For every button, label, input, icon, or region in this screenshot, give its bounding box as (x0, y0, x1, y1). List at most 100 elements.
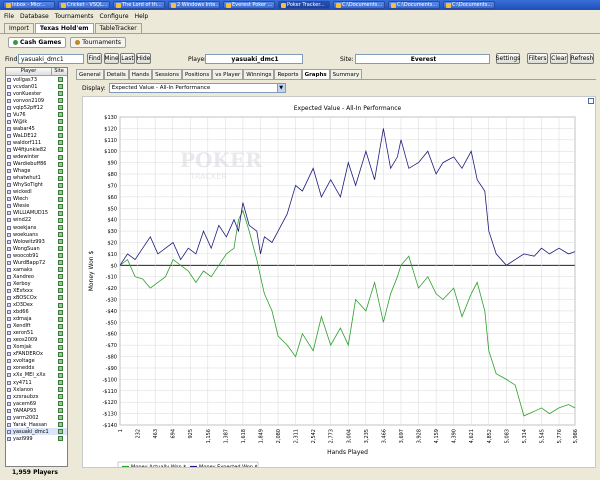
player-row[interactable]: yacem69 (6, 400, 67, 407)
tab-winnings[interactable]: Winnings (243, 69, 275, 79)
tab-hands[interactable]: Hands (128, 69, 153, 79)
filters-button[interactable]: Filters (527, 53, 548, 64)
taskbar-button[interactable]: 2 Windows Inte... (168, 1, 220, 9)
expand-icon[interactable] (588, 98, 594, 104)
player-row[interactable]: xeos2009 (6, 337, 67, 344)
tab-details[interactable]: Details (103, 69, 129, 79)
player-row[interactable]: Xerboy (6, 280, 67, 287)
taskbar-button[interactable]: C:\Documents... (333, 1, 385, 9)
player-row[interactable]: WhySoTight (6, 182, 67, 189)
settings-button[interactable]: Settings (496, 53, 520, 64)
player-row[interactable]: yazl999 (6, 435, 67, 442)
player-row[interactable]: xamaks (6, 266, 67, 273)
player-row[interactable]: Xendlft (6, 323, 67, 330)
col-player[interactable]: Player (6, 68, 52, 75)
player-row[interactable]: xXx_MEI_xXx (6, 372, 67, 379)
player-row[interactable]: xoneddx (6, 365, 67, 372)
last-button[interactable]: Last (120, 53, 135, 64)
clear-button[interactable]: Clear (550, 53, 568, 64)
player-row[interactable]: vollgas73 (6, 76, 67, 83)
mine-button[interactable]: Mine (104, 53, 119, 64)
player-row[interactable]: xvoltage (6, 358, 67, 365)
player-row[interactable]: vcvdan01 (6, 83, 67, 90)
player-row[interactable]: Xxlanon (6, 386, 67, 393)
player-row[interactable]: xdmaja (6, 316, 67, 323)
taskbar-button[interactable]: Poker Tracker... (278, 1, 330, 9)
player-row[interactable]: waldorf111 (6, 139, 67, 146)
player-row[interactable]: YAMAP93 (6, 407, 67, 414)
player-row[interactable]: Wiech (6, 196, 67, 203)
player-row[interactable]: yasuaki_dmc1 (6, 428, 67, 436)
menu-file[interactable]: File (4, 13, 14, 20)
player-row[interactable]: Vu76 (6, 111, 67, 118)
player-row[interactable]: WongSuan (6, 245, 67, 252)
player-row[interactable]: Wardiebuff86 (6, 161, 67, 168)
col-site[interactable]: Site (52, 68, 66, 75)
player-row[interactable]: xBOSCOx (6, 294, 67, 301)
taskbar-button[interactable]: C:\Documents... (443, 1, 495, 9)
tab-graphs[interactable]: Graphs (301, 69, 330, 79)
player-row[interactable]: Xomjak (6, 344, 67, 351)
player-row[interactable]: woekuans (6, 231, 67, 238)
menu-tournaments[interactable]: Tournaments (55, 13, 94, 20)
refresh-button[interactable]: Refresh (570, 53, 594, 64)
player-row[interactable]: vqip52pff12 (6, 104, 67, 111)
player-row[interactable]: vonKuester (6, 90, 67, 97)
player-row[interactable]: xFANDEROx (6, 351, 67, 358)
player-row[interactable]: WILLIAMUD15 (6, 210, 67, 217)
site-icon (58, 365, 63, 371)
taskbar-button[interactable]: Everest Poker ... (223, 1, 275, 9)
player-row[interactable]: Yarak_Hassan (6, 421, 67, 428)
player-row[interactable]: whatwhut1 (6, 175, 67, 182)
tab-vs-player[interactable]: vs Player (212, 69, 244, 79)
chevron-down-icon[interactable]: ▼ (276, 84, 285, 92)
tab-import[interactable]: Import (4, 23, 34, 33)
taskbar-button[interactable]: C:\Documents... (388, 1, 440, 9)
taskbar-button[interactable]: Inbox - Micr... (3, 1, 55, 9)
menu-configure[interactable]: Configure (99, 13, 128, 20)
player-row[interactable]: WurdBapp72 (6, 259, 67, 266)
player-row[interactable]: xbd66 (6, 309, 67, 316)
player-row[interactable]: XEsfxxx (6, 287, 67, 294)
player-row[interactable]: wabar45 (6, 125, 67, 132)
player-row[interactable]: yarm2002 (6, 414, 67, 421)
tab-general[interactable]: General (76, 69, 104, 79)
y-tick-label: $0 (111, 263, 117, 269)
display-select[interactable]: Expected Value - All-In Performance ▼ (108, 83, 286, 93)
menu-help[interactable]: Help (135, 13, 149, 20)
menu-database[interactable]: Database (20, 13, 49, 20)
player-row[interactable]: W@ik (6, 118, 67, 125)
player-row[interactable]: xzxraubzx (6, 393, 67, 400)
hide-button[interactable]: Hide (136, 53, 151, 64)
player-row[interactable]: WaLDE12 (6, 132, 67, 139)
taskbar-button[interactable]: Cricket - VSQL... (58, 1, 110, 9)
tab-tournaments[interactable]: Tournaments (70, 36, 127, 48)
player-row[interactable]: Wolowitz993 (6, 238, 67, 245)
player-row[interactable]: wind22 (6, 217, 67, 224)
find-input[interactable]: yasuaki_dmc1 (18, 54, 84, 64)
tab-tabletracker[interactable]: TableTracker (94, 23, 142, 33)
tab-sessions[interactable]: Sessions (152, 69, 182, 79)
player-row[interactable]: Whage (6, 168, 67, 175)
y-tick-label: $110 (104, 138, 117, 144)
taskbar-button[interactable]: The Lord of th... (113, 1, 165, 9)
player-icon (7, 429, 11, 434)
player-row[interactable]: woekjans (6, 224, 67, 231)
player-row[interactable]: xeron51 (6, 330, 67, 337)
player-row[interactable]: xy4711 (6, 379, 67, 386)
player-row[interactable]: vonvon2109 (6, 97, 67, 104)
player-row[interactable]: woocob91 (6, 252, 67, 259)
tab-cash-games[interactable]: Cash Games (8, 36, 67, 48)
tab-reports[interactable]: Reports (274, 69, 302, 79)
player-row[interactable]: Xandreo (6, 273, 67, 280)
tab-summary[interactable]: Summary (329, 69, 363, 79)
tab-texas-holdem[interactable]: Texas Hold'em (34, 23, 94, 33)
find-button[interactable]: Find (87, 53, 102, 64)
player-row[interactable]: W4ftjunkie82 (6, 146, 67, 153)
player-row[interactable]: wickedl (6, 189, 67, 196)
player-row[interactable]: wdewinter (6, 154, 67, 161)
player-list[interactable]: Player Site vollgas73 vcvdan01 vonKuester v… (5, 67, 68, 467)
tab-positions[interactable]: Positions (181, 69, 213, 79)
player-row[interactable]: Wiesie (6, 203, 67, 210)
player-row[interactable]: xD3Dex (6, 302, 67, 309)
